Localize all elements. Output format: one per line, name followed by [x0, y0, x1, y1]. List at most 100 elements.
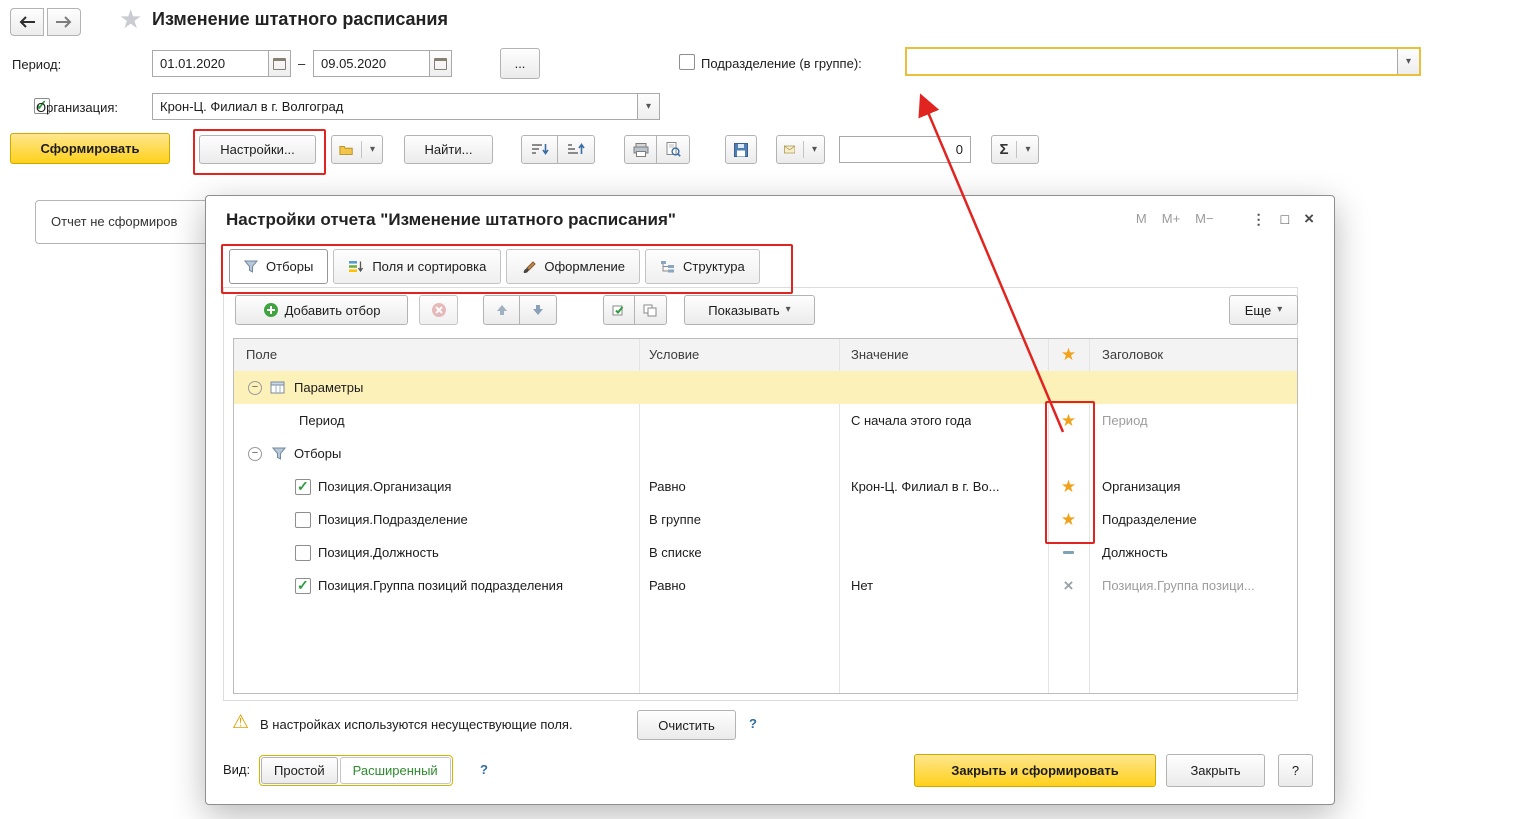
row-title[interactable]: Период	[1102, 404, 1148, 437]
column-header-value[interactable]: Значение	[851, 339, 909, 371]
view-help-link[interactable]: ?	[480, 762, 488, 777]
period-more-button[interactable]: ...	[500, 48, 540, 79]
row-value[interactable]: Нет	[851, 569, 873, 602]
count-field[interactable]: 0	[839, 136, 971, 163]
period-label: Период:	[12, 57, 62, 72]
table-row[interactable]: Период С начала этого года Период	[234, 404, 1297, 437]
row-title[interactable]: Позиция.Группа позици...	[1102, 569, 1255, 602]
row-condition[interactable]: В группе	[649, 503, 701, 536]
funnel-icon	[244, 260, 258, 273]
structure-tree-icon	[661, 261, 675, 273]
help-button[interactable]: ?	[1278, 754, 1313, 787]
print-button[interactable]	[624, 135, 658, 164]
find-button[interactable]: Найти...	[404, 135, 493, 164]
count-value[interactable]: 0	[840, 142, 970, 157]
dialog-title: Настройки отчета "Изменение штатного рас…	[226, 210, 676, 229]
table-row[interactable]: Позиция.Должность В списке Должность	[234, 536, 1297, 569]
move-down-button[interactable]	[519, 295, 557, 325]
collapse-toggle[interactable]	[248, 371, 262, 404]
view-simple-button[interactable]: Простой	[261, 757, 338, 784]
important-star-icon[interactable]	[1048, 404, 1089, 437]
row-use-checkbox[interactable]	[295, 478, 311, 495]
add-filter-button[interactable]: Добавить отбор	[235, 295, 408, 325]
row-condition[interactable]: Равно	[649, 569, 686, 602]
row-title[interactable]: Организация	[1102, 470, 1180, 503]
sigma-icon: Σ	[999, 141, 1009, 158]
show-menu-button[interactable]: Показывать	[684, 295, 815, 325]
calendar-button[interactable]	[268, 51, 290, 76]
close-and-generate-button[interactable]: Закрыть и сформировать	[914, 754, 1156, 787]
maximize-icon[interactable]: □	[1281, 212, 1289, 226]
back-button[interactable]	[10, 8, 44, 36]
report-variants-button[interactable]	[331, 135, 383, 164]
calendar-button[interactable]	[429, 51, 451, 76]
warning-help-link[interactable]: ?	[749, 716, 757, 731]
row-title[interactable]: Подразделение	[1102, 503, 1197, 536]
generate-button[interactable]: Сформировать	[10, 133, 170, 164]
table-row[interactable]: Позиция.Группа позиций подразделения Рав…	[234, 569, 1297, 602]
row-use-checkbox[interactable]	[295, 511, 311, 528]
normal-marker-dash-icon[interactable]	[1048, 536, 1089, 569]
print-preview-button[interactable]	[656, 135, 690, 164]
collapse-toggle[interactable]	[248, 437, 262, 470]
table-row[interactable]: Параметры	[234, 371, 1297, 404]
row-field: Позиция.Группа позиций подразделения	[318, 578, 563, 593]
memory-plus-button[interactable]: M+	[1162, 211, 1180, 226]
close-button[interactable]: Закрыть	[1166, 754, 1265, 787]
favorite-star-icon[interactable]: ★	[119, 6, 142, 32]
arrow-left-icon	[19, 16, 35, 28]
column-header-condition[interactable]: Условие	[649, 339, 699, 371]
period-from-field[interactable]: 01.01.2020	[152, 50, 291, 77]
row-use-checkbox[interactable]	[295, 577, 311, 594]
tab-structure[interactable]: Структура	[645, 249, 760, 284]
move-up-button[interactable]	[483, 295, 521, 325]
kebab-menu-icon[interactable]: ⋮	[1252, 212, 1266, 226]
view-extended-button[interactable]: Расширенный	[339, 757, 451, 784]
department-dropdown-button[interactable]	[1397, 49, 1419, 74]
close-icon[interactable]: ×	[1304, 210, 1314, 227]
report-variant-folder-icon	[339, 145, 353, 155]
delete-filter-button[interactable]	[419, 295, 458, 325]
sort-descending-button[interactable]	[521, 135, 559, 164]
tab-appearance[interactable]: Оформление	[506, 249, 641, 284]
row-condition[interactable]: В списке	[649, 536, 702, 569]
view-toggle: Простой Расширенный	[259, 755, 453, 786]
row-value[interactable]: Крон-Ц. Филиал в г. Во...	[851, 470, 999, 503]
clear-button[interactable]: Очистить	[637, 710, 736, 740]
column-header-star-icon[interactable]	[1048, 339, 1089, 371]
memory-minus-button[interactable]: M−	[1195, 211, 1213, 226]
period-from-value[interactable]: 01.01.2020	[153, 56, 268, 71]
check-all-button[interactable]	[603, 295, 636, 325]
organization-value[interactable]: Крон-Ц. Филиал в г. Волгоград	[153, 99, 637, 114]
important-star-icon[interactable]	[1048, 503, 1089, 536]
department-checkbox[interactable]	[679, 54, 695, 70]
department-field[interactable]	[905, 47, 1421, 76]
organization-field[interactable]: Крон-Ц. Филиал в г. Волгоград	[152, 93, 660, 120]
hidden-marker-x-icon[interactable]	[1048, 569, 1089, 602]
row-value[interactable]: С начала этого года	[851, 404, 971, 437]
sum-button[interactable]: Σ	[991, 135, 1039, 164]
uncheck-all-button[interactable]	[634, 295, 667, 325]
save-button[interactable]	[725, 135, 757, 164]
settings-button[interactable]: Настройки...	[199, 135, 316, 164]
table-row[interactable]: Отборы	[234, 437, 1297, 470]
table-row[interactable]: Позиция.Организация Равно Крон-Ц. Филиал…	[234, 470, 1297, 503]
important-star-icon[interactable]	[1048, 470, 1089, 503]
period-to-field[interactable]: 09.05.2020	[313, 50, 452, 77]
row-title[interactable]: Должность	[1102, 536, 1168, 569]
row-condition[interactable]: Равно	[649, 470, 686, 503]
period-to-value[interactable]: 09.05.2020	[314, 56, 429, 71]
tab-fields-sorting[interactable]: Поля и сортировка	[333, 249, 502, 284]
send-email-button[interactable]	[776, 135, 825, 164]
memory-button[interactable]: M	[1136, 211, 1147, 226]
view-label: Вид:	[223, 762, 251, 777]
tab-filters[interactable]: Отборы	[229, 249, 329, 284]
forward-button[interactable]	[46, 8, 81, 36]
sort-ascending-button[interactable]	[557, 135, 595, 164]
row-use-checkbox[interactable]	[295, 544, 311, 561]
more-menu-button[interactable]: Еще	[1229, 295, 1298, 325]
organization-dropdown-button[interactable]	[637, 94, 659, 119]
column-header-title[interactable]: Заголовок	[1102, 339, 1163, 371]
column-header-field[interactable]: Поле	[246, 339, 277, 371]
table-row[interactable]: Позиция.Подразделение В группе Подраздел…	[234, 503, 1297, 536]
